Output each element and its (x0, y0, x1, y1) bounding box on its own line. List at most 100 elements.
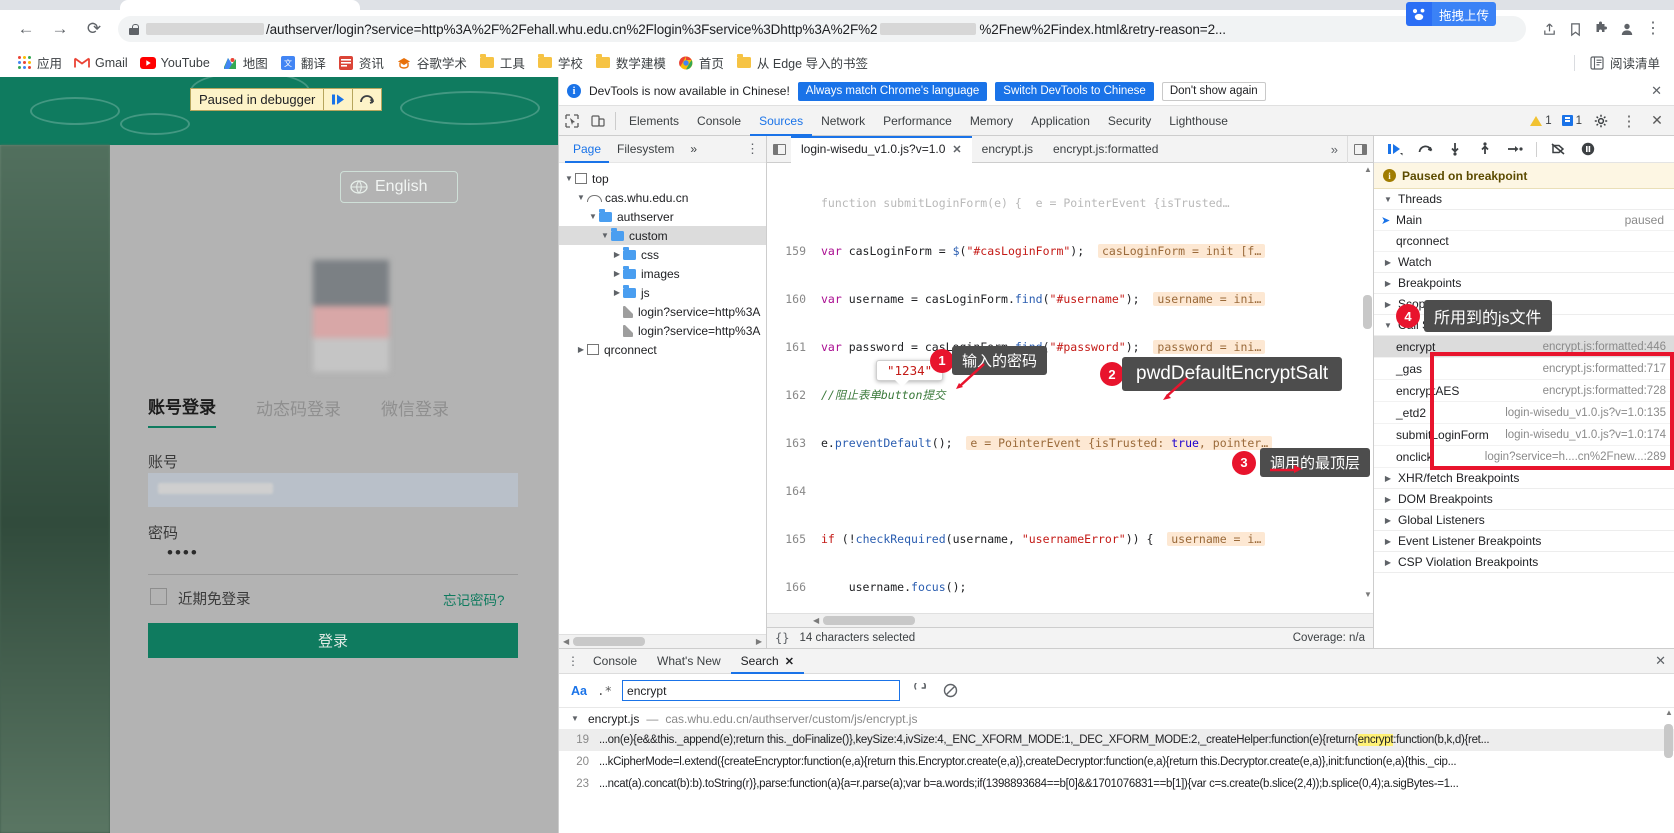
login-submit-button[interactable]: 登录 (148, 623, 518, 658)
close-devtools-icon[interactable]: ✕ (1644, 108, 1670, 134)
bookmark-folder-tools[interactable]: 工具 (473, 52, 531, 74)
tree-node-js[interactable]: ▶ js (559, 283, 766, 302)
reading-list-button[interactable]: 阅读清单 (1583, 52, 1666, 74)
navigator-menu-icon[interactable]: ⋮ (746, 141, 766, 157)
step-out-icon[interactable] (1472, 138, 1498, 160)
tree-node-top[interactable]: ▼ top (559, 169, 766, 188)
line-number[interactable]: 160 (767, 291, 813, 307)
section-breakpoints[interactable]: ▶ Breakpoints (1374, 273, 1674, 294)
scroll-right-icon[interactable]: ▶ (756, 637, 762, 646)
pause-on-exceptions-icon[interactable] (1575, 138, 1601, 160)
section-watch[interactable]: ▶ Watch (1374, 252, 1674, 273)
section-dom-breakpoints[interactable]: ▶ DOM Breakpoints (1374, 489, 1674, 510)
baidu-netdisk-chip[interactable]: 拖拽上传 (1405, 2, 1496, 26)
line-number[interactable]: 164 (767, 483, 813, 499)
tree-node-host[interactable]: ▼ cas.whu.edu.cn (559, 188, 766, 207)
step-icon[interactable] (1502, 138, 1528, 160)
reload-icon[interactable]: ⟳ (80, 15, 108, 43)
step-over-icon[interactable] (353, 88, 381, 111)
line-number[interactable]: 166 (767, 579, 813, 595)
drawer-tab-whats-new[interactable]: What's New (647, 649, 731, 674)
close-icon[interactable]: ✕ (952, 143, 961, 156)
editor-tab-encrypt-js[interactable]: encrypt.js (972, 136, 1043, 163)
bookmark-folder-edge-imported[interactable]: 从 Edge 导入的书签 (730, 52, 874, 74)
devtools-menu-icon[interactable]: ⋮ (1616, 108, 1642, 134)
deactivate-breakpoints-icon[interactable] (1545, 138, 1571, 160)
tab-security[interactable]: Security (1099, 106, 1160, 136)
address-bar[interactable]: /authserver/login?service=http%3A%2F%2Fe… (118, 16, 1526, 42)
bookmark-folder-math[interactable]: 数学建模 (589, 52, 672, 74)
bookmark-youtube[interactable]: YouTube (134, 52, 216, 74)
line-number[interactable]: 159 (767, 243, 813, 259)
close-icon[interactable]: ✕ (1651, 83, 1666, 99)
refresh-icon[interactable] (910, 681, 930, 701)
tab-memory[interactable]: Memory (961, 106, 1022, 136)
scroll-up-icon[interactable]: ▲ (1665, 708, 1673, 717)
tree-node-login-2[interactable]: login?service=http%3A (559, 321, 766, 340)
switch-to-chinese-button[interactable]: Switch DevTools to Chinese (995, 81, 1154, 101)
chrome-menu-icon[interactable]: ⋮ (1640, 16, 1666, 42)
search-result-row[interactable]: 19 ...on(e){e&&this._append(e);return th… (559, 729, 1674, 751)
scroll-thumb[interactable] (573, 637, 646, 646)
bookmark-maps[interactable]: 地图 (216, 52, 274, 74)
search-input[interactable]: encrypt (622, 680, 901, 701)
resume-script-icon[interactable] (324, 88, 352, 111)
scroll-left-icon[interactable]: ◀ (563, 637, 569, 646)
nav-tab-page[interactable]: Page (565, 136, 609, 163)
scroll-left-icon[interactable]: ◀ (813, 616, 819, 625)
editor-tab-login-wisedu[interactable]: login-wisedu_v1.0.js?v=1.0 ✕ (791, 135, 972, 163)
thread-main[interactable]: ➤ Main paused (1374, 210, 1674, 231)
tab-sources[interactable]: Sources (750, 106, 812, 136)
section-event-listener-breakpoints[interactable]: ▶ Event Listener Breakpoints (1374, 531, 1674, 552)
search-result-file-header[interactable]: ▼ encrypt.js — cas.whu.edu.cn/authserver… (559, 708, 1674, 729)
resume-script-icon[interactable] (1382, 138, 1408, 160)
thread-qrconnect[interactable]: qrconnect (1374, 231, 1674, 252)
section-xhr-breakpoints[interactable]: ▶ XHR/fetch Breakpoints (1374, 468, 1674, 489)
step-into-icon[interactable] (1442, 138, 1468, 160)
drawer-tab-search[interactable]: Search ✕ (731, 649, 804, 674)
code-vertical-scrollbar[interactable]: ▲ ▼ (1363, 165, 1372, 599)
bookmark-gmail[interactable]: Gmail (68, 52, 134, 74)
tree-node-custom[interactable]: ▼ custom (559, 226, 766, 245)
tree-node-css[interactable]: ▶ css (559, 245, 766, 264)
remember-checkbox[interactable] (150, 588, 167, 605)
close-drawer-icon[interactable]: ✕ (1655, 653, 1674, 669)
bookmark-translate[interactable]: 文 翻译 (274, 52, 332, 74)
forward-icon[interactable]: → (46, 15, 74, 43)
tab-dynamic-code-login[interactable]: 动态码登录 (256, 395, 341, 428)
tab-performance[interactable]: Performance (874, 106, 961, 136)
section-csp-violation-breakpoints[interactable]: ▶ CSP Violation Breakpoints (1374, 552, 1674, 573)
message-count-badge[interactable]: 1 (1558, 115, 1586, 127)
warning-count-badge[interactable]: 1 (1526, 115, 1555, 127)
scroll-thumb[interactable] (1664, 724, 1673, 758)
bookmark-apps[interactable]: 应用 (10, 52, 68, 74)
forgot-password-link[interactable]: 忘记密码? (443, 589, 505, 609)
tab-application[interactable]: Application (1022, 106, 1099, 136)
search-result-row[interactable]: 23 ...ncat(a).concat(b):b).toString(r)},… (559, 773, 1674, 795)
scroll-up-icon[interactable]: ▲ (1364, 165, 1372, 174)
clear-icon[interactable] (940, 681, 960, 701)
scroll-down-icon[interactable]: ▼ (1364, 590, 1372, 599)
bookmark-star-icon[interactable] (1562, 16, 1588, 42)
nav-tab-filesystem[interactable]: Filesystem (609, 136, 682, 163)
tab-lighthouse[interactable]: Lighthouse (1160, 106, 1237, 136)
line-number[interactable]: 163 (767, 435, 813, 451)
tab-console[interactable]: Console (688, 106, 750, 136)
tab-elements[interactable]: Elements (620, 106, 688, 136)
back-icon[interactable]: ← (12, 15, 40, 43)
dont-show-again-button[interactable]: Don't show again (1161, 81, 1266, 101)
editor-tabs-overflow[interactable]: » (1323, 142, 1347, 157)
tree-node-login-1[interactable]: login?service=http%3A (559, 302, 766, 321)
always-match-language-button[interactable]: Always match Chrome's language (797, 81, 988, 101)
tab-account-login[interactable]: 账号登录 (148, 393, 216, 428)
step-over-icon[interactable] (1412, 138, 1438, 160)
close-icon[interactable]: ✕ (785, 655, 794, 668)
match-case-icon[interactable]: Aa (571, 684, 587, 698)
toggle-navigator-icon[interactable] (767, 136, 791, 163)
editor-tab-encrypt-js-formatted[interactable]: encrypt.js:formatted (1043, 136, 1168, 163)
drawer-menu-icon[interactable]: ⋮ (563, 654, 583, 668)
bookmark-folder-school[interactable]: 学校 (531, 52, 589, 74)
inspect-element-icon[interactable] (559, 108, 585, 134)
line-number[interactable]: 165 (767, 531, 813, 547)
bookmark-home[interactable]: 首页 (672, 52, 730, 74)
